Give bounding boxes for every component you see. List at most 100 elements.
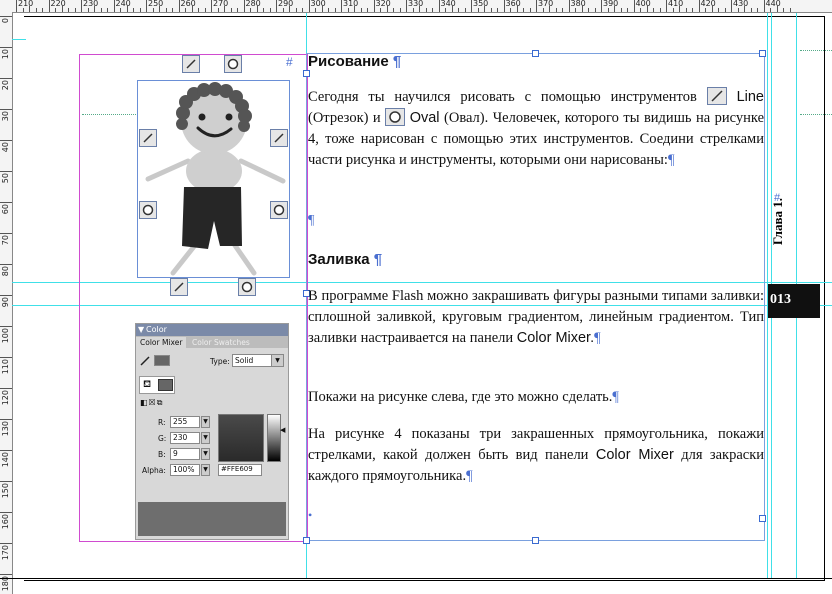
ruler-tick [588, 8, 589, 12]
ruler-tick [0, 574, 12, 575]
ruler-tick [503, 0, 505, 12]
line-tool-icon[interactable] [182, 55, 200, 73]
ruler-tick [555, 8, 557, 12]
ruler-tick [139, 8, 141, 12]
ruler-tick [471, 0, 472, 12]
fill-type-value: Solid [235, 356, 254, 365]
ruler-tick [744, 6, 745, 12]
ruler-tick [445, 8, 446, 12]
ruler-tick [269, 8, 271, 12]
ruler-tick [74, 8, 76, 12]
type-label: Type: [210, 357, 230, 366]
ruler-tick [406, 0, 407, 12]
alpha-value-field[interactable]: 100% [170, 464, 200, 476]
oval-tool-icon[interactable] [139, 201, 157, 219]
line-tool-icon[interactable] [139, 129, 157, 147]
ruler-tick [185, 8, 186, 12]
hex-value-field[interactable]: #FFE609 [218, 464, 262, 476]
guide-horizontal[interactable] [12, 39, 26, 40]
ruler-tick [0, 357, 12, 358]
r-label: R: [158, 418, 166, 427]
frame-handle[interactable] [303, 537, 310, 544]
ruler-label: 100 [1, 328, 10, 344]
ruler-tick [0, 16, 12, 17]
stroke-color-swatch[interactable] [154, 355, 170, 366]
g-stepper[interactable]: ▼ [201, 432, 210, 444]
ruler-label: 260 [180, 0, 196, 8]
brightness-slider[interactable] [267, 414, 281, 462]
slider-arrow-icon[interactable]: ◀ [280, 426, 285, 434]
ruler-tick [55, 8, 56, 12]
color-mixer-panel[interactable]: ▼ Color Color Mixer Color Swatches Type:… [135, 323, 289, 540]
ruler-tick [549, 6, 550, 12]
page-number: 013 [770, 292, 791, 307]
oval-tool-icon[interactable] [224, 55, 242, 73]
ruler-label: 340 [440, 0, 456, 8]
ruler-tick [295, 8, 297, 12]
ruler-label: 230 [83, 0, 99, 8]
frame-overflow-port[interactable] [759, 515, 766, 522]
pilcrow: ¶ [667, 152, 675, 168]
ruler-tick [204, 8, 206, 12]
color-spectrum-field[interactable] [218, 414, 264, 462]
ruler-tick [159, 6, 160, 12]
r-stepper[interactable]: ▼ [201, 416, 210, 428]
tab-color-mixer[interactable]: Color Mixer [136, 337, 187, 348]
ruler-tick [0, 388, 12, 389]
ruler-tick [263, 8, 264, 12]
ruler-tick [536, 0, 537, 12]
horizontal-ruler[interactable]: 210 220 230 240 250 260 270 280 290 300 310 320 330 3… [0, 0, 832, 13]
frame-handle[interactable] [532, 537, 539, 544]
line-tool-icon[interactable] [270, 129, 288, 147]
ruler-tick [575, 8, 576, 12]
ruler-tick [48, 0, 50, 12]
ruler-label: 80 [1, 266, 10, 277]
ruler-label: 350 [473, 0, 489, 8]
collapse-arrow-icon[interactable]: ▼ [138, 324, 144, 336]
ruler-tick [94, 6, 95, 12]
stroke-pen-icon[interactable] [140, 356, 150, 366]
ruler-tick [542, 8, 544, 12]
oval-tool-icon[interactable] [238, 278, 256, 296]
tab-color-swatches[interactable]: Color Swatches [188, 337, 254, 348]
ruler-label: 70 [1, 235, 10, 246]
r-value-field[interactable]: 255 [170, 416, 200, 428]
ruler-label: 120 [1, 390, 10, 406]
oval-tool-icon[interactable] [270, 201, 288, 219]
ruler-tick [302, 8, 303, 12]
dotted-guide [800, 50, 832, 51]
fill-color-swatch[interactable] [158, 379, 173, 391]
figure-frame[interactable] [137, 80, 290, 278]
anchor-hash: # [286, 55, 293, 69]
ruler-label: 400 [635, 0, 651, 8]
ruler-tick [341, 0, 342, 12]
ruler-tick [412, 8, 414, 12]
color-preview-swatch [138, 502, 286, 536]
b-value-field[interactable]: 9 [170, 448, 200, 460]
fill-type-select[interactable]: Solid ▼ [232, 354, 284, 367]
ruler-label: 380 [570, 0, 586, 8]
b-stepper[interactable]: ▼ [201, 448, 210, 460]
ruler-tick [562, 8, 563, 12]
ruler-label: 420 [700, 0, 716, 8]
ruler-tick [627, 8, 628, 12]
vertical-ruler[interactable]: 0 10 20 30 40 50 60 70 80 90 100 110 120 130 140 150 160… [0, 12, 13, 594]
ruler-label: 150 [1, 483, 10, 499]
paint-bucket-icon[interactable]: ⛾ [143, 379, 151, 392]
ruler-tick [711, 6, 713, 12]
ruler-label: 300 [310, 0, 326, 8]
pilcrow: ¶ [392, 53, 402, 70]
ruler-tick [146, 0, 147, 12]
ruler-label: 220 [50, 0, 66, 8]
line-tool-icon[interactable] [170, 278, 188, 296]
ruler-tick [789, 8, 791, 12]
ruler-tick [646, 6, 648, 12]
dropdown-arrow-icon[interactable]: ▼ [271, 355, 283, 366]
page-bottom-edge [0, 578, 832, 579]
panel-title-bar[interactable]: ▼ Color [136, 324, 288, 336]
g-value-field[interactable]: 230 [170, 432, 200, 444]
ruler-tick [42, 8, 43, 12]
alpha-stepper[interactable]: ▼ [201, 464, 210, 476]
ruler-tick [126, 6, 128, 12]
swap-colors-icons[interactable]: ◧☒⧉ [140, 398, 163, 408]
